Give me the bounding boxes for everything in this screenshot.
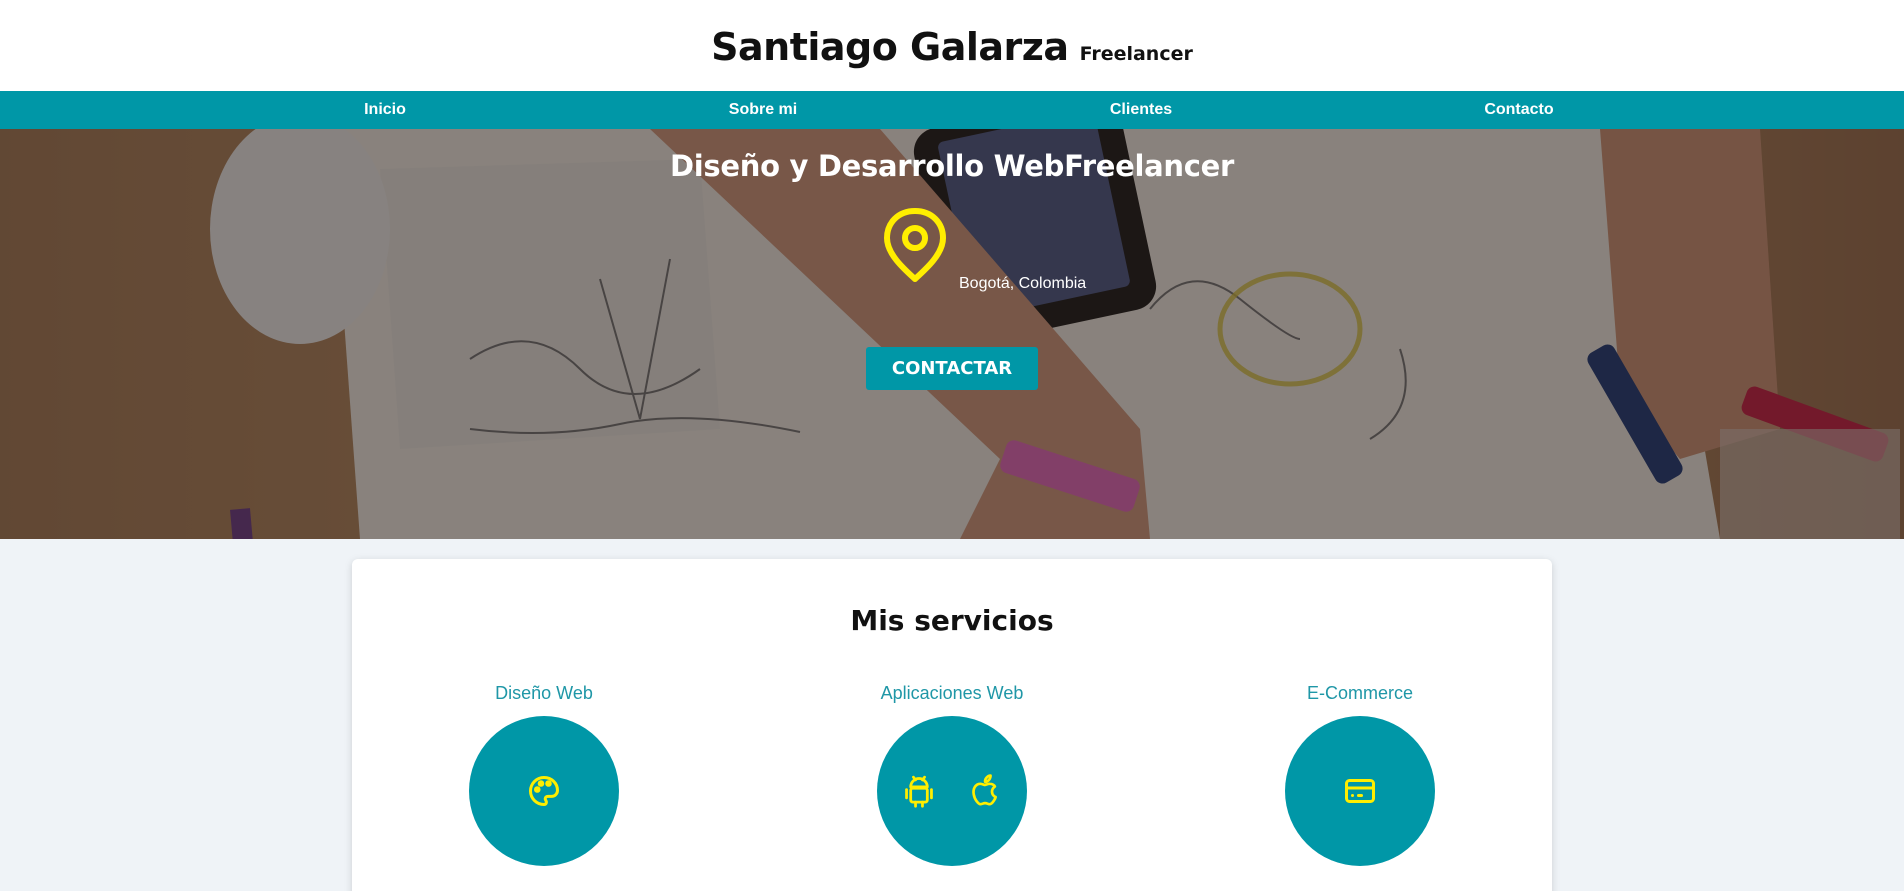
contact-button[interactable]: CONTACTAR <box>866 347 1038 390</box>
service-icon-circle <box>1285 716 1435 866</box>
services-card: Mis servicios Diseño Web Aplicaciones We… <box>352 559 1552 891</box>
service-name: Aplicaciones Web <box>880 683 1024 703</box>
credit-card-icon <box>1342 773 1378 809</box>
hero-section: Diseño y Desarrollo WebFreelancer Bogotá… <box>0 129 1904 539</box>
service-diseno-web: Diseño Web <box>402 683 686 866</box>
page: Santiago Galarza Freelancer Inicio Sobre… <box>0 0 1904 891</box>
location: Bogotá, Colombia <box>842 207 1086 307</box>
nav-link-inicio[interactable]: Inicio <box>196 101 574 119</box>
service-icon-circle <box>469 716 619 866</box>
map-pin-icon <box>882 207 948 283</box>
brand: Santiago Galarza Freelancer <box>711 23 1193 69</box>
services-title: Mis servicios <box>850 604 1054 637</box>
service-aplicaciones-web: Aplicaciones Web <box>810 683 1094 866</box>
site-tagline: Freelancer <box>1079 42 1193 65</box>
service-icon-circle <box>877 716 1027 866</box>
service-e-commerce: E-Commerce <box>1218 683 1502 866</box>
nav-links: Inicio Sobre mi Clientes Contacto <box>196 101 1708 119</box>
service-name: Diseño Web <box>495 683 593 703</box>
nav-link-sobre-mi[interactable]: Sobre mi <box>574 101 952 119</box>
main-nav: Inicio Sobre mi Clientes Contacto <box>0 91 1904 129</box>
hero-content: Diseño y Desarrollo WebFreelancer Bogotá… <box>0 129 1904 539</box>
hero-title: Diseño y Desarrollo WebFreelancer <box>670 149 1234 183</box>
nav-link-clientes[interactable]: Clientes <box>952 101 1330 119</box>
services-grid: Diseño Web Aplicaciones Web E-Commerce <box>352 683 1552 866</box>
apple-icon <box>970 773 1002 809</box>
nav-link-contacto[interactable]: Contacto <box>1330 101 1708 119</box>
site-header: Santiago Galarza Freelancer <box>0 0 1904 91</box>
palette-icon <box>526 773 562 809</box>
android-icon <box>902 773 936 809</box>
service-name: E-Commerce <box>1306 683 1413 703</box>
location-text: Bogotá, Colombia <box>959 275 1087 292</box>
site-title: Santiago Galarza <box>711 24 1069 69</box>
